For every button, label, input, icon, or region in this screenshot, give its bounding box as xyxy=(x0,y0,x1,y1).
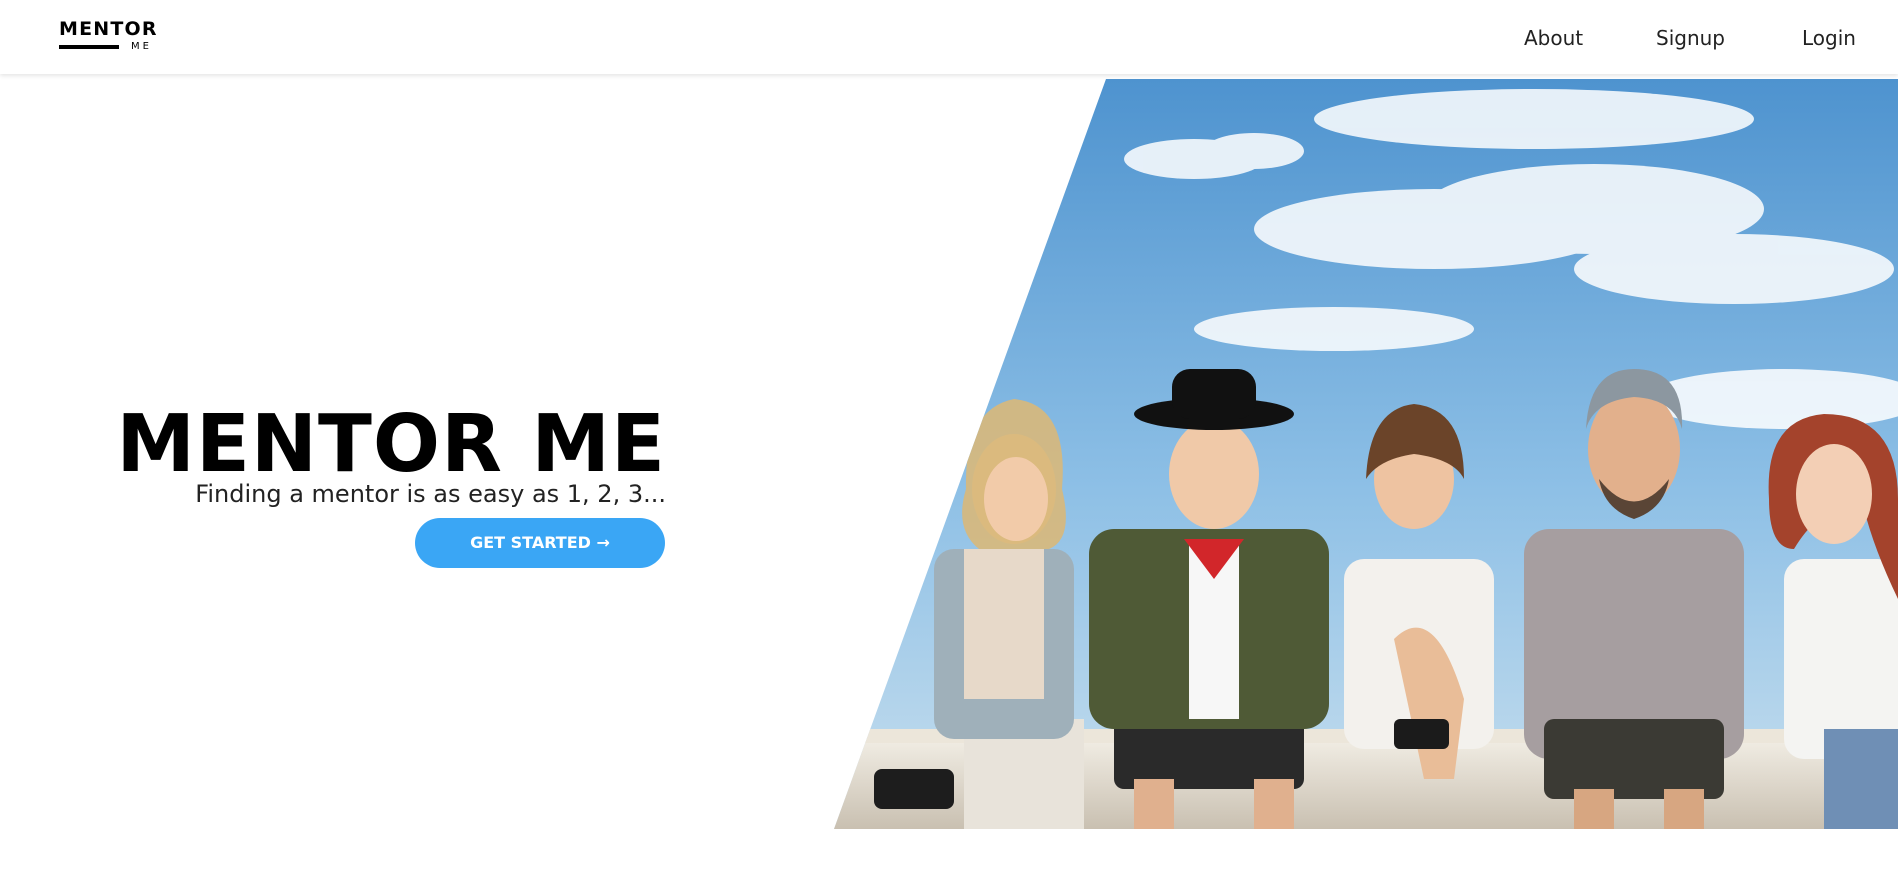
nav-link-about[interactable]: About xyxy=(1524,25,1583,51)
logo-underline xyxy=(59,45,119,49)
nav-link-login[interactable]: Login xyxy=(1802,25,1856,51)
nav-link-signup[interactable]: Signup xyxy=(1656,25,1725,51)
hero-subtitle: Finding a mentor is as easy as 1, 2, 3..… xyxy=(195,480,666,508)
get-started-button[interactable]: GET STARTED → xyxy=(415,518,665,568)
hero-photo xyxy=(834,79,1898,829)
logo-wordmark: MENTOR xyxy=(59,18,158,40)
brand-logo[interactable]: MENTOR ME xyxy=(59,18,163,54)
logo-subtext: ME xyxy=(131,41,152,52)
top-navbar: MENTOR ME About Signup Login xyxy=(0,0,1898,74)
hero-photo-illustration xyxy=(834,79,1898,829)
